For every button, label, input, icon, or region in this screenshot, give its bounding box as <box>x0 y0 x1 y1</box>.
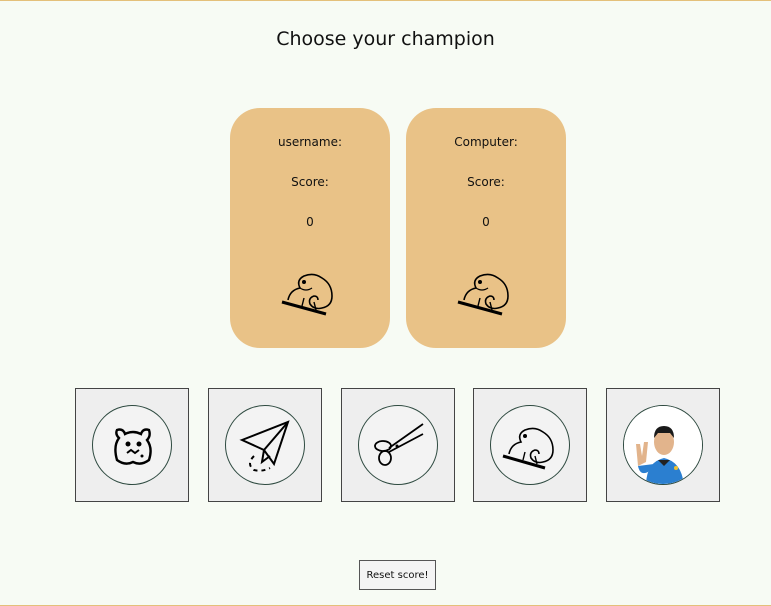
computer-score-value: 0 <box>482 215 490 229</box>
scissors-icon <box>374 423 424 466</box>
rock-monster-icon <box>114 428 152 465</box>
computer-score-label: Score: <box>467 175 505 189</box>
choice-rock-button[interactable] <box>75 388 189 502</box>
choice-spock-button[interactable] <box>606 388 720 502</box>
chameleon-icon <box>281 273 333 316</box>
choice-lizard-circle <box>490 405 570 485</box>
page-title: Choose your champion <box>276 28 495 50</box>
computer-card: Computer: Score: 0 <box>406 108 566 348</box>
choice-lizard-button[interactable] <box>473 388 587 502</box>
choice-spock-circle <box>623 405 703 485</box>
choice-paper-circle <box>225 405 305 485</box>
reset-score-button[interactable]: Reset score! <box>359 560 436 590</box>
chameleon-icon <box>457 273 509 316</box>
player-score-value: 0 <box>306 215 314 229</box>
choice-rock-circle <box>92 405 172 485</box>
player-card: username: Score: 0 <box>230 108 390 348</box>
choice-scissors-button[interactable] <box>341 388 455 502</box>
player-score-label: Score: <box>291 175 329 189</box>
spock-icon <box>624 406 702 484</box>
player-name-label: username: <box>277 135 343 149</box>
paper-plane-icon <box>239 420 290 472</box>
choice-scissors-circle <box>358 405 438 485</box>
lizard-chameleon-icon <box>502 427 554 470</box>
page-frame: Choose your champion username: Score: 0 … <box>0 0 771 606</box>
choice-paper-button[interactable] <box>208 388 322 502</box>
computer-name-label: Computer: <box>454 135 518 149</box>
